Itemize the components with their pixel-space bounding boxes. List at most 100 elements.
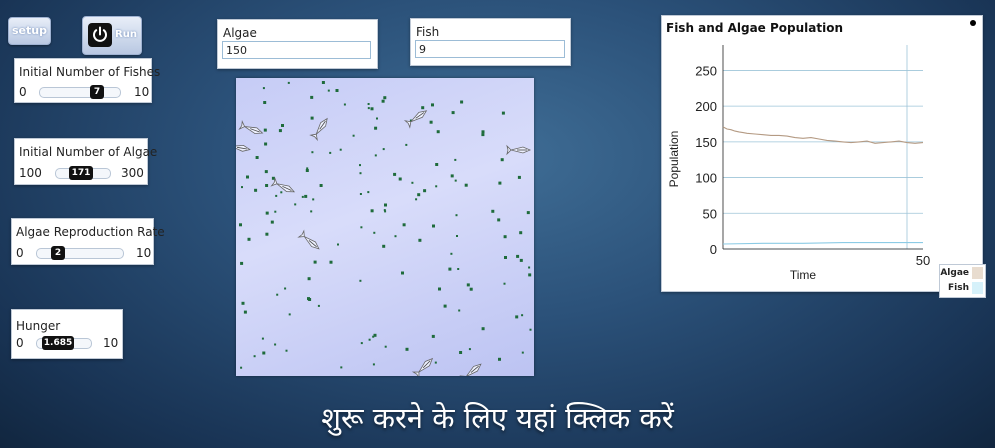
algae-patch (340, 366, 343, 369)
algae-patch (262, 87, 265, 90)
slider-min: 0 (16, 246, 24, 260)
hunger-slider[interactable]: Hunger 0 1.685 10 (11, 309, 123, 359)
algae-patch (278, 129, 282, 133)
algae-patch (281, 124, 284, 127)
slider-track[interactable]: 171 (55, 166, 111, 180)
algae-patch (264, 170, 268, 174)
algae-patch (529, 328, 532, 331)
simulation-world-view[interactable] (225, 78, 534, 384)
legend-label: Algae (940, 268, 969, 278)
algae-patch (431, 103, 434, 107)
algae-patch (515, 315, 519, 319)
algae-patch (310, 95, 314, 99)
algae-patch (423, 189, 427, 193)
slider-knob[interactable]: 1.685 (42, 336, 74, 350)
algae-patch (275, 194, 278, 197)
algae-patch (247, 237, 251, 241)
algae-patch (497, 218, 501, 222)
algae-patch (253, 355, 256, 358)
algae-patch (521, 314, 524, 317)
algae-patch (456, 235, 458, 237)
algae-patch (418, 238, 422, 242)
algae-patch (265, 211, 269, 215)
algae-patch (329, 260, 333, 264)
algae-patch (319, 184, 323, 187)
algae-patch (241, 186, 243, 189)
slider-track[interactable]: 7 (39, 85, 121, 99)
algae-patch (383, 96, 387, 100)
algae-monitor: Algae 150 (217, 19, 378, 69)
algae-patch (373, 231, 376, 234)
plot-area: 0 50 100 150 200 250 50 Time Population (667, 45, 930, 282)
algae-patch (312, 198, 315, 201)
algae-patch (402, 223, 406, 227)
algae-patch (373, 333, 377, 337)
series-line-fish (722, 242, 923, 245)
algae-patch (352, 134, 355, 137)
slider-knob[interactable]: 171 (69, 166, 93, 180)
slider-title: Initial Number of Algae (19, 145, 158, 159)
world-canvas (225, 81, 532, 384)
fish-sprite (309, 117, 328, 142)
slider-max: 10 (103, 336, 119, 350)
algae-patch (458, 309, 461, 312)
algae-patch (415, 198, 418, 201)
algae-patch (313, 260, 317, 264)
run-button[interactable]: Run (82, 16, 142, 55)
initial-fishes-slider[interactable]: Initial Number of Fishes 0 7 10 (14, 58, 160, 103)
slider-knob[interactable]: 2 (51, 246, 65, 260)
algae-patch (254, 188, 258, 192)
fish-sprite (297, 229, 320, 250)
algae-patch (367, 191, 370, 194)
algae-patch (519, 258, 523, 262)
algae-patch (367, 107, 370, 110)
algae-patch (450, 174, 454, 178)
algae-patch (436, 130, 440, 134)
algae-patch (382, 244, 386, 248)
algae-patch (464, 183, 468, 187)
slider-min: 100 (19, 166, 42, 180)
algae-patch (241, 301, 245, 305)
algae-patch (376, 117, 378, 120)
initial-algae-slider[interactable]: Initial Number of Algae 100 171 300 (14, 138, 157, 185)
slider-track[interactable]: 2 (36, 246, 124, 260)
algae-patch (501, 111, 505, 115)
algae-patch (359, 172, 362, 175)
slider-track[interactable]: 1.685 (36, 336, 92, 350)
click-to-start-caption[interactable]: शुरू करने के लिए यहां क्लिक करें (0, 398, 995, 437)
population-plot: Fish and Algae Population 0 50 100 150 200 25… (661, 15, 983, 292)
slider-max: 10 (136, 246, 152, 260)
algae-patch (443, 304, 447, 308)
algae-patch (384, 203, 387, 207)
legend-swatch (972, 267, 983, 279)
algae-patch (417, 193, 421, 197)
y-tick-label: 150 (695, 135, 717, 150)
algae-patch (411, 181, 414, 184)
legend-item-algae: Algae (940, 266, 985, 280)
x-axis-label: Time (790, 268, 817, 282)
algae-patch (431, 334, 435, 338)
algae-patch (448, 267, 452, 271)
algae-patch (398, 177, 402, 181)
fish-sprite (411, 357, 434, 380)
slider-knob[interactable]: 7 (90, 85, 104, 99)
algae-patch (393, 172, 397, 176)
algae-reproduction-rate-slider[interactable]: Algae Reproduction Rate 0 2 10 (11, 218, 165, 265)
algae-patch (263, 101, 267, 104)
plot-legend: Algae Fish (939, 264, 986, 298)
setup-button[interactable]: setup (8, 17, 51, 45)
algae-patch (381, 99, 385, 103)
algae-patch (310, 116, 314, 120)
algae-patch (384, 345, 387, 348)
algae-patch (240, 261, 244, 265)
algae-patch (521, 351, 524, 354)
algae-patch (500, 158, 504, 162)
algae-patch (288, 313, 291, 316)
monitor-value: 150 (222, 41, 371, 59)
algae-patch (435, 185, 438, 188)
algae-patch (246, 175, 249, 179)
algae-patch (304, 194, 308, 198)
algae-patch (263, 128, 267, 132)
algae-patch (405, 347, 409, 351)
algae-patch (343, 103, 346, 106)
